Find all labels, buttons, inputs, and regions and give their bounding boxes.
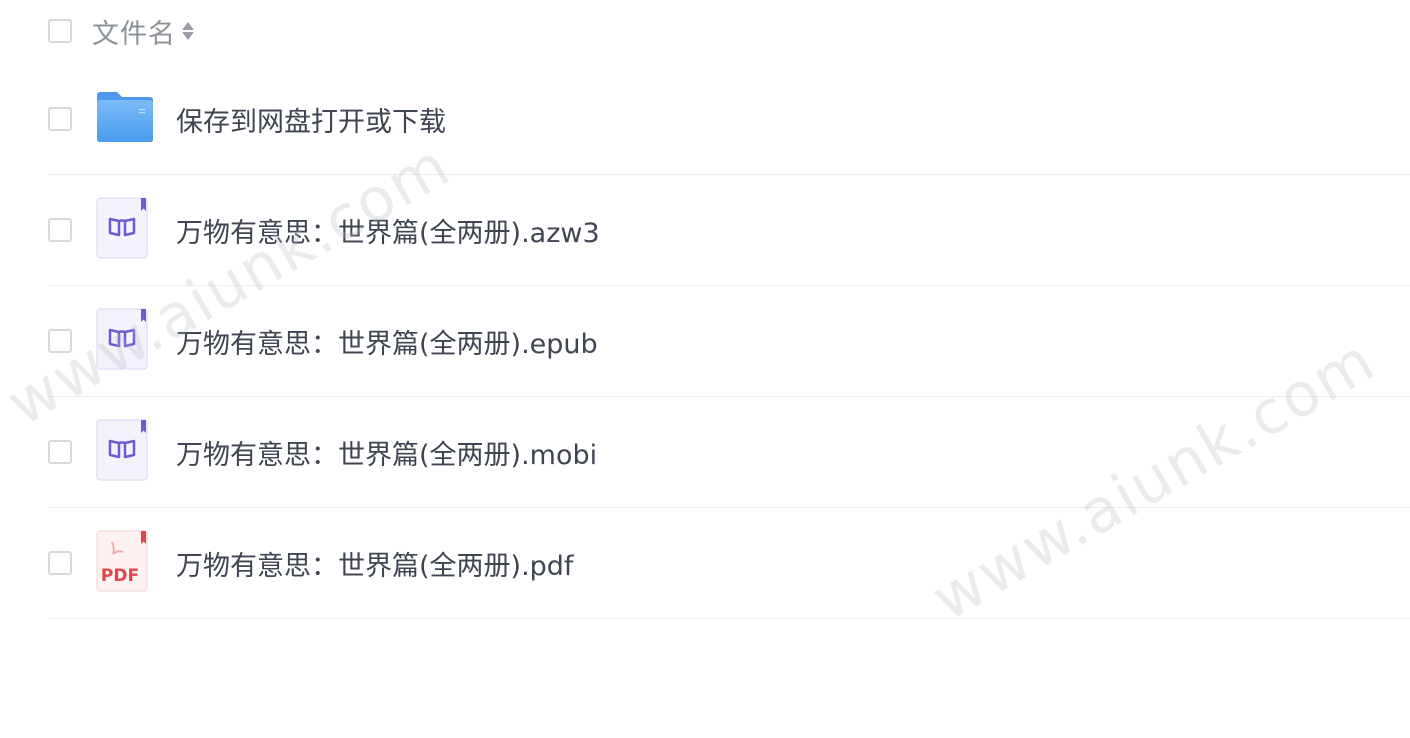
file-list-header: 文件名 [48, 0, 1410, 62]
file-row-azw3[interactable]: 万物有意思：世界篇(全两册).azw3 [48, 175, 1410, 286]
row-checkbox[interactable] [48, 107, 72, 131]
file-name[interactable]: 万物有意思：世界篇(全两册).azw3 [176, 211, 600, 250]
file-row-folder[interactable]: 保存到网盘打开或下载 [48, 64, 1410, 175]
file-name[interactable]: 万物有意思：世界篇(全两册).epub [176, 322, 598, 361]
ebook-icon [95, 419, 149, 485]
row-checkbox[interactable] [48, 440, 72, 464]
file-row-pdf[interactable]: PDF 万物有意思：世界篇(全两册).pdf [48, 508, 1410, 619]
ebook-icon [95, 308, 149, 374]
pdf-icon-label: PDF [101, 566, 139, 586]
filename-column-header[interactable]: 文件名 [92, 12, 176, 51]
select-all-checkbox[interactable] [48, 19, 72, 43]
ebook-icon [95, 197, 149, 263]
file-row-epub[interactable]: 万物有意思：世界篇(全两册).epub [48, 286, 1410, 397]
row-checkbox[interactable] [48, 218, 72, 242]
file-name[interactable]: 万物有意思：世界篇(全两册).mobi [176, 433, 597, 472]
file-browser-page: 文件名 保存到网盘打开或下载 万物有意思：世界篇(全两册).azw3 万物有意思… [0, 0, 1410, 738]
file-name[interactable]: 保存到网盘打开或下载 [176, 100, 446, 139]
file-name[interactable]: 万物有意思：世界篇(全两册).pdf [176, 544, 573, 583]
file-row-mobi[interactable]: 万物有意思：世界篇(全两册).mobi [48, 397, 1410, 508]
sort-icon[interactable] [182, 20, 194, 42]
file-list: 保存到网盘打开或下载 万物有意思：世界篇(全两册).azw3 万物有意思：世界篇… [48, 64, 1410, 619]
folder-icon [95, 89, 155, 149]
pdf-icon: PDF [95, 530, 149, 596]
row-checkbox[interactable] [48, 329, 72, 353]
row-checkbox[interactable] [48, 551, 72, 575]
